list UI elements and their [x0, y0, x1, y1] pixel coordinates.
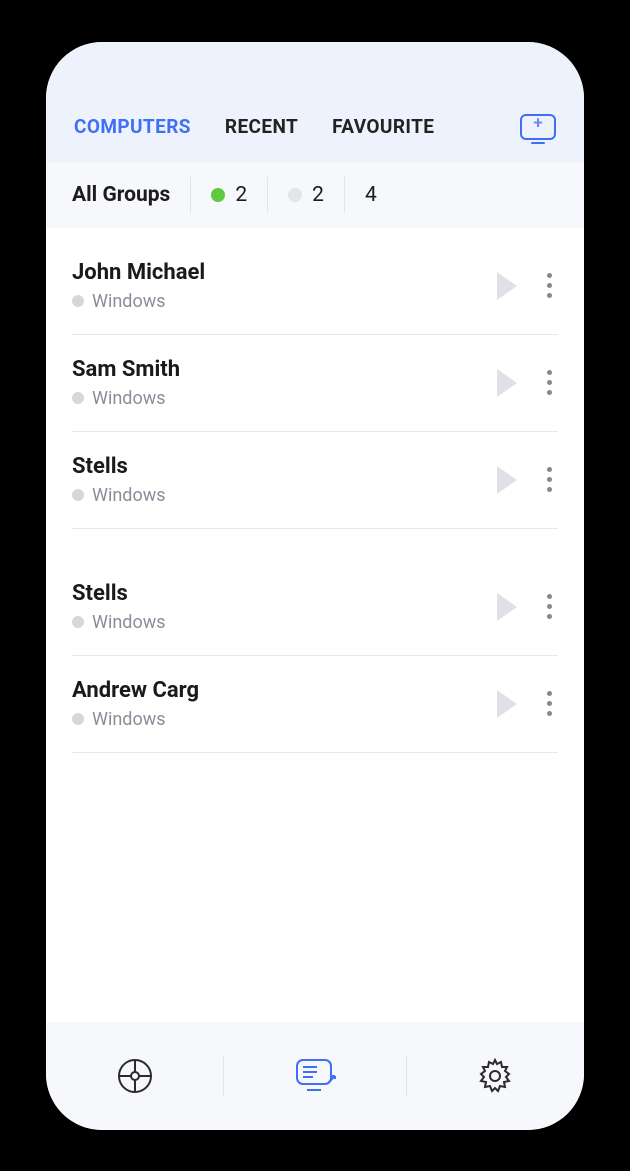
list-item[interactable]: Sam Smith Windows [72, 335, 558, 432]
list-item[interactable]: Andrew Carg Windows [72, 656, 558, 753]
offline-count[interactable]: 2 [268, 183, 344, 207]
app-frame: COMPUTERS RECENT FAVOURITE All Groups 2 … [46, 42, 584, 1130]
total-count-value: 4 [365, 183, 377, 207]
computer-os: Windows [72, 485, 497, 506]
divider [223, 1056, 224, 1096]
computer-name: Andrew Carg [72, 678, 497, 703]
connect-play-icon[interactable] [497, 690, 517, 718]
computer-name: Stells [72, 581, 497, 606]
connect-play-icon[interactable] [497, 593, 517, 621]
tabs-row: COMPUTERS RECENT FAVOURITE [46, 114, 584, 162]
os-label: Windows [92, 709, 166, 730]
more-options-button[interactable] [541, 461, 558, 498]
status-dot-icon [72, 295, 84, 307]
nav-remote-icon[interactable] [115, 1056, 155, 1096]
status-dot-icon [72, 392, 84, 404]
total-count[interactable]: 4 [345, 183, 397, 207]
computer-os: Windows [72, 291, 497, 312]
computer-name: Stells [72, 454, 497, 479]
offline-count-value: 2 [312, 183, 324, 207]
groups-title[interactable]: All Groups [72, 183, 190, 207]
list-item[interactable]: John Michael Windows [72, 238, 558, 335]
os-label: Windows [92, 388, 166, 409]
list-item[interactable]: Stells Windows [72, 432, 558, 529]
more-options-button[interactable] [541, 588, 558, 625]
groups-filter-bar: All Groups 2 2 4 [46, 162, 584, 228]
computer-os: Windows [72, 612, 497, 633]
computer-os: Windows [72, 709, 497, 730]
add-computer-button[interactable] [520, 114, 556, 140]
more-options-button[interactable] [541, 267, 558, 304]
tab-recent[interactable]: RECENT [225, 115, 298, 138]
computer-os: Windows [72, 388, 497, 409]
connect-play-icon[interactable] [497, 272, 517, 300]
nav-settings-icon[interactable] [475, 1056, 515, 1096]
os-label: Windows [92, 291, 166, 312]
more-options-button[interactable] [541, 364, 558, 401]
offline-dot-icon [288, 188, 302, 202]
tab-computers[interactable]: COMPUTERS [74, 115, 191, 138]
status-dot-icon [72, 489, 84, 501]
header: COMPUTERS RECENT FAVOURITE [46, 42, 584, 162]
connect-play-icon[interactable] [497, 369, 517, 397]
bottom-nav [46, 1022, 584, 1130]
os-label: Windows [92, 612, 166, 633]
os-label: Windows [92, 485, 166, 506]
tab-favourite[interactable]: FAVOURITE [332, 115, 434, 138]
list-item[interactable]: Stells Windows [72, 559, 558, 656]
online-count-value: 2 [235, 183, 247, 207]
online-dot-icon [211, 188, 225, 202]
online-count[interactable]: 2 [191, 183, 267, 207]
divider [406, 1056, 407, 1096]
computer-name: John Michael [72, 260, 497, 285]
nav-computers-icon[interactable] [293, 1056, 337, 1096]
computer-name: Sam Smith [72, 357, 497, 382]
computers-list: John Michael Windows Sam Smith Windows [46, 228, 584, 1022]
status-dot-icon [72, 616, 84, 628]
status-dot-icon [72, 713, 84, 725]
connect-play-icon[interactable] [497, 466, 517, 494]
more-options-button[interactable] [541, 685, 558, 722]
